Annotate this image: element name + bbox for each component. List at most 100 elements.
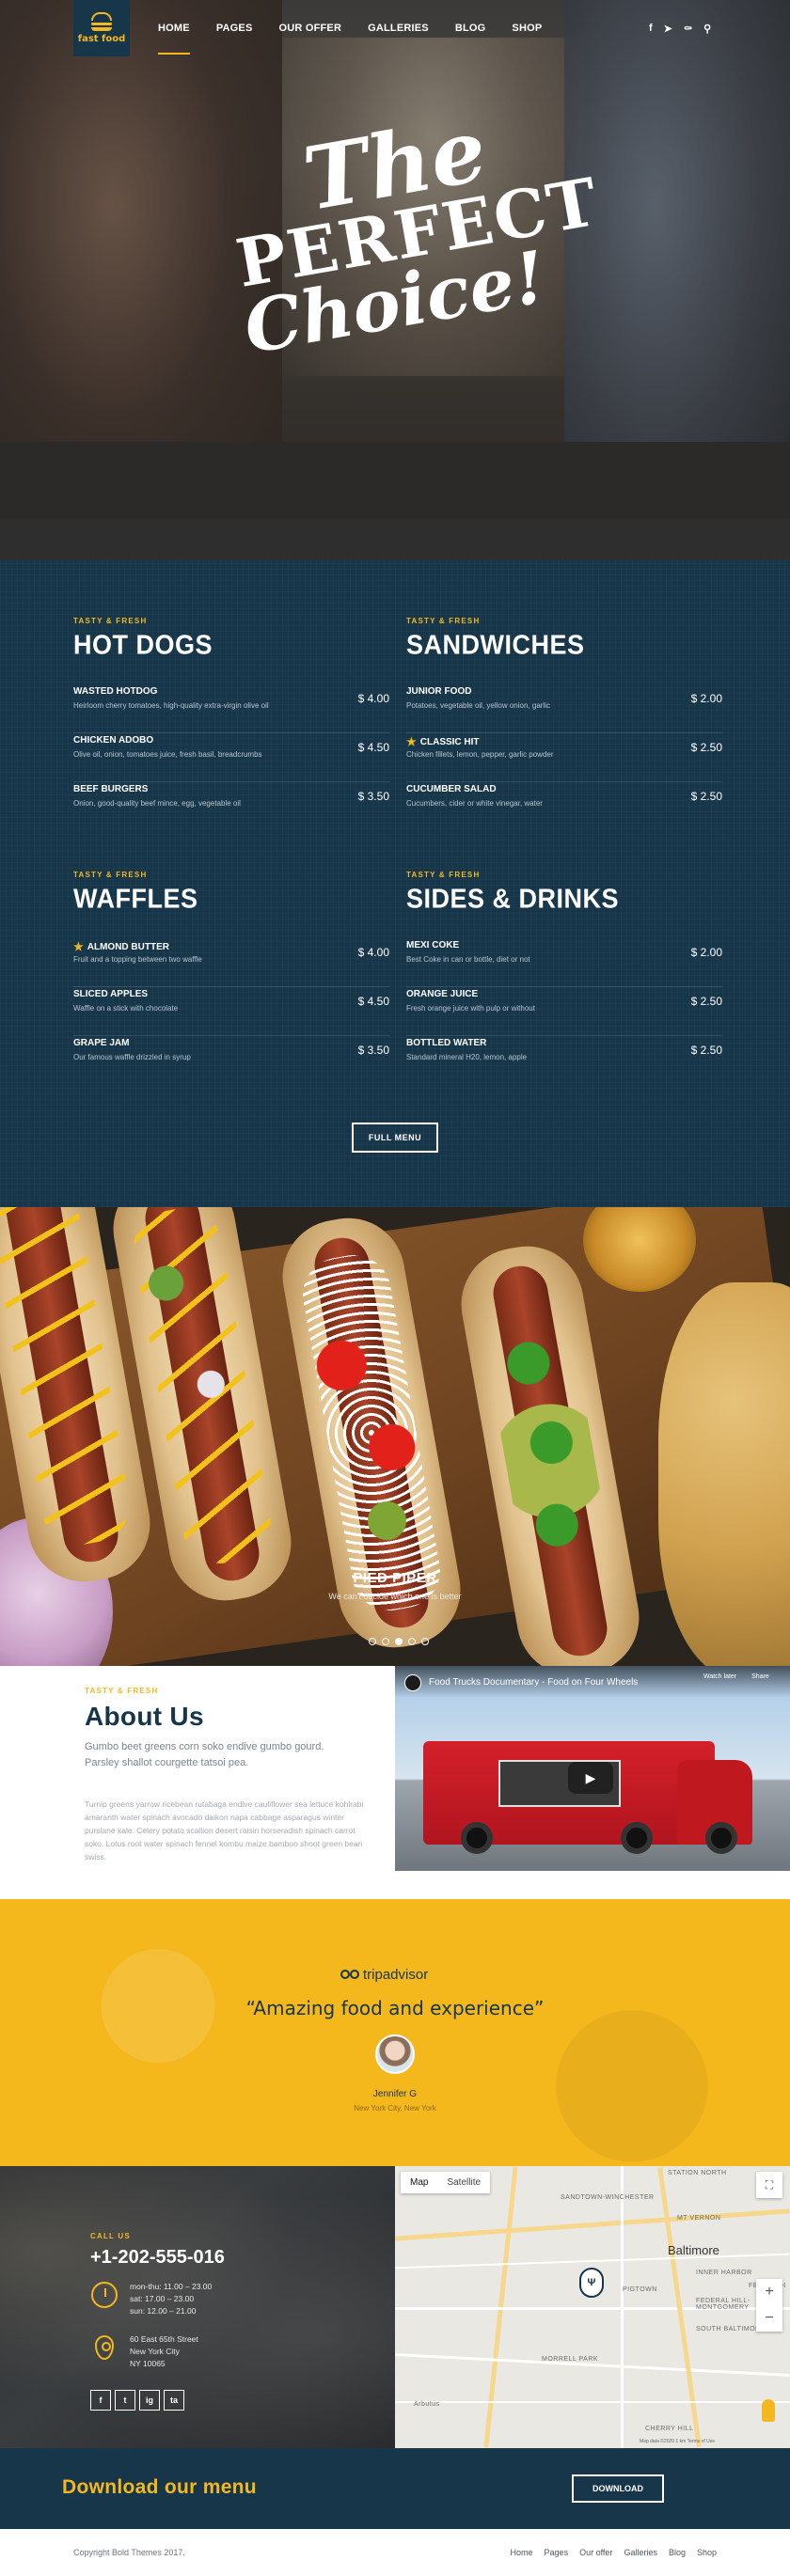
video-actions: Watch later Share	[703, 1673, 769, 1680]
menu-item-name-row: Orange Juice	[406, 989, 478, 999]
channel-avatar[interactable]	[404, 1674, 421, 1691]
map-label: SOUTH BALTIMORE	[696, 2326, 766, 2333]
slider-dot[interactable]	[421, 1638, 429, 1645]
video-embed[interactable]: Food Trucks Documentary - Food on Four W…	[395, 1666, 790, 1871]
twitter-icon[interactable]: ➤	[664, 23, 672, 35]
menu-item[interactable]: Bottled Water Standard mineral H20, lemon…	[406, 1036, 722, 1085]
fullscreen-icon[interactable]: ⛶	[756, 2172, 782, 2198]
menu-item-description: Best Coke in can or bottle, diet or not	[406, 955, 530, 964]
copyright: Copyright Bold Themes 2017.	[73, 2548, 185, 2557]
slider-dot[interactable]	[408, 1638, 416, 1645]
footer-link-home[interactable]: Home	[511, 2548, 533, 2557]
tripadvisor-logo: tripadvisor	[340, 1967, 428, 1983]
menu-item-description: Chicken fillets, lemon, pepper, garlic p…	[406, 750, 554, 759]
menu-item-description: Heirloom cherry tomatoes, high-quality e…	[73, 701, 269, 710]
video-title[interactable]: Food Trucks Documentary - Food on Four W…	[429, 1677, 638, 1688]
menu-item[interactable]: Cucumber Salad Cucumbers, cider or white …	[406, 782, 722, 831]
menu-item-name-row: Bottled Water	[406, 1038, 486, 1048]
slider-dot[interactable]	[369, 1638, 376, 1645]
nav-galleries[interactable]: Galleries	[368, 23, 429, 34]
address-line: New York City	[130, 2347, 180, 2356]
nav-our-offer[interactable]: Our offer	[279, 23, 342, 34]
slider-dot[interactable]	[382, 1638, 389, 1645]
full-menu-button[interactable]: Full Menu	[352, 1123, 438, 1153]
menu-item-price: $ 2.50	[690, 790, 722, 803]
footer-link-blog[interactable]: Blog	[669, 2548, 686, 2557]
menu-item[interactable]: Orange Juice Fresh orange juice with pulp…	[406, 987, 722, 1036]
watch-later-button[interactable]: Watch later	[703, 1673, 736, 1680]
menu-item-price: $ 4.50	[357, 741, 389, 754]
share-button[interactable]: Share	[751, 1673, 769, 1680]
facebook-icon[interactable]: f	[649, 23, 653, 35]
menu-item-name-row: Wasted Hotdog	[73, 686, 157, 697]
hero-bottom-strip	[0, 519, 790, 560]
tripadvisor-icon[interactable]: ta	[164, 2390, 184, 2411]
menu-item[interactable]: Beef Burgers Onion, good-quality beef min…	[73, 782, 389, 831]
menu-item-name: Classic Hit	[419, 736, 480, 747]
menu-item[interactable]: ★ Almond Butter Fruit and a topping betwee…	[73, 938, 389, 987]
instagram-icon[interactable]: ig	[139, 2390, 160, 2411]
menu-item-description: Fresh orange juice with pulp or without	[406, 1004, 535, 1013]
menu-item[interactable]: Grape Jam Our famous waffle drizzled in s…	[73, 1036, 389, 1085]
footer-link-pages[interactable]: Pages	[545, 2548, 569, 2557]
address-line: 60 East 65th Street	[130, 2334, 198, 2344]
twitter-icon[interactable]: t	[115, 2390, 135, 2411]
reviewer-avatar	[375, 2034, 415, 2074]
menu-item[interactable]: Mexi Coke Best Coke in can or bottle, die…	[406, 938, 722, 987]
map-tab-satellite[interactable]: Satellite	[437, 2172, 490, 2193]
menu-item-name: Orange Juice	[406, 989, 479, 999]
footer-link-galleries[interactable]: Galleries	[624, 2548, 657, 2557]
nav-blog[interactable]: Blog	[455, 23, 486, 34]
star-icon: ★	[406, 735, 417, 748]
nav-pages[interactable]: Pages	[216, 23, 253, 34]
menu-category: Tasty & Fresh Sides & Drinks Mexi Coke Best…	[406, 871, 722, 1085]
zoom-in-button[interactable]: +	[756, 2279, 782, 2305]
menu-item[interactable]: Wasted Hotdog Heirloom cherry tomatoes, h…	[73, 684, 389, 733]
download-section: Download our menu Download	[0, 2448, 790, 2529]
facebook-icon[interactable]: f	[90, 2390, 111, 2411]
menu-item-name: Sliced Apples	[73, 989, 149, 999]
map-road	[621, 2166, 624, 2448]
slide-title: Pied Piper	[353, 1570, 437, 1586]
menu-category: Tasty & Fresh Sandwiches Junior Food Potato…	[406, 617, 722, 831]
menu-category-title: Waffles	[73, 884, 198, 914]
map-road	[395, 2253, 790, 2270]
menu-item-name: Grape Jam	[73, 1038, 130, 1048]
menu-item[interactable]: Junior Food Potatoes, vegetable oil, yell…	[406, 684, 722, 733]
street-view-pegman-icon[interactable]	[762, 2399, 775, 2422]
menu-kicker: Tasty & Fresh	[73, 617, 148, 625]
play-icon[interactable]: ▶	[568, 1762, 613, 1794]
map-road	[395, 2208, 790, 2241]
menu-item[interactable]: ★ Classic Hit Chicken fillets, lemon, pepp…	[406, 733, 722, 782]
menu-item-name: Beef Burgers	[73, 784, 149, 794]
download-button[interactable]: Download	[572, 2474, 664, 2503]
map-widget[interactable]: Map Satellite ⛶ STATION NORTH SANDTOWN-W…	[395, 2166, 790, 2448]
menu-item-price: $ 2.50	[690, 995, 722, 1008]
contact-phone[interactable]: +1-202-555-016	[90, 2247, 225, 2269]
slider-dot[interactable]	[395, 1638, 403, 1645]
menu-item-name-row: Chicken Adobo	[73, 735, 153, 746]
map-attribution: Map data ©2020 1 km Terms of Use	[640, 2439, 716, 2444]
search-icon[interactable]: ⚲	[703, 23, 711, 35]
footer-link-shop[interactable]: Shop	[697, 2548, 717, 2557]
truck-wheel	[621, 1822, 653, 1854]
menu-item-price: $ 3.50	[357, 1044, 389, 1057]
menu-item[interactable]: Chicken Adobo Olive oil, onion, tomatoes …	[73, 733, 389, 782]
menu-item-price: $ 3.50	[357, 790, 389, 803]
contact-section: Call us +1-202-555-016 mon-thu: 11.00 – …	[0, 2166, 395, 2448]
tripadvisor-owl-icon	[340, 1969, 359, 1981]
pinterest-icon[interactable]: ⚰	[684, 23, 692, 35]
menu-category: Tasty & Fresh Hot Dogs Wasted Hotdog Heirlo…	[73, 617, 389, 831]
menu-item[interactable]: Sliced Apples Waffle on a stick with choc…	[73, 987, 389, 1036]
footer-link-our-offer[interactable]: Our offer	[579, 2548, 612, 2557]
zoom-out-button[interactable]: −	[756, 2305, 782, 2332]
site-logo[interactable]: fast food	[73, 0, 130, 56]
nav-shop[interactable]: Shop	[512, 23, 542, 34]
nav-home[interactable]: Home	[158, 23, 190, 55]
menu-item-name: Bottled Water	[406, 1038, 487, 1048]
location-marker-icon[interactable]: Ψ	[579, 2268, 604, 2298]
about-kicker: Tasty & Fresh	[85, 1687, 159, 1695]
menu-item-name-row: Sliced Apples	[73, 989, 148, 999]
map-tab-map[interactable]: Map	[401, 2172, 437, 2193]
map-label: SANDTOWN-WINCHESTER	[561, 2194, 655, 2201]
